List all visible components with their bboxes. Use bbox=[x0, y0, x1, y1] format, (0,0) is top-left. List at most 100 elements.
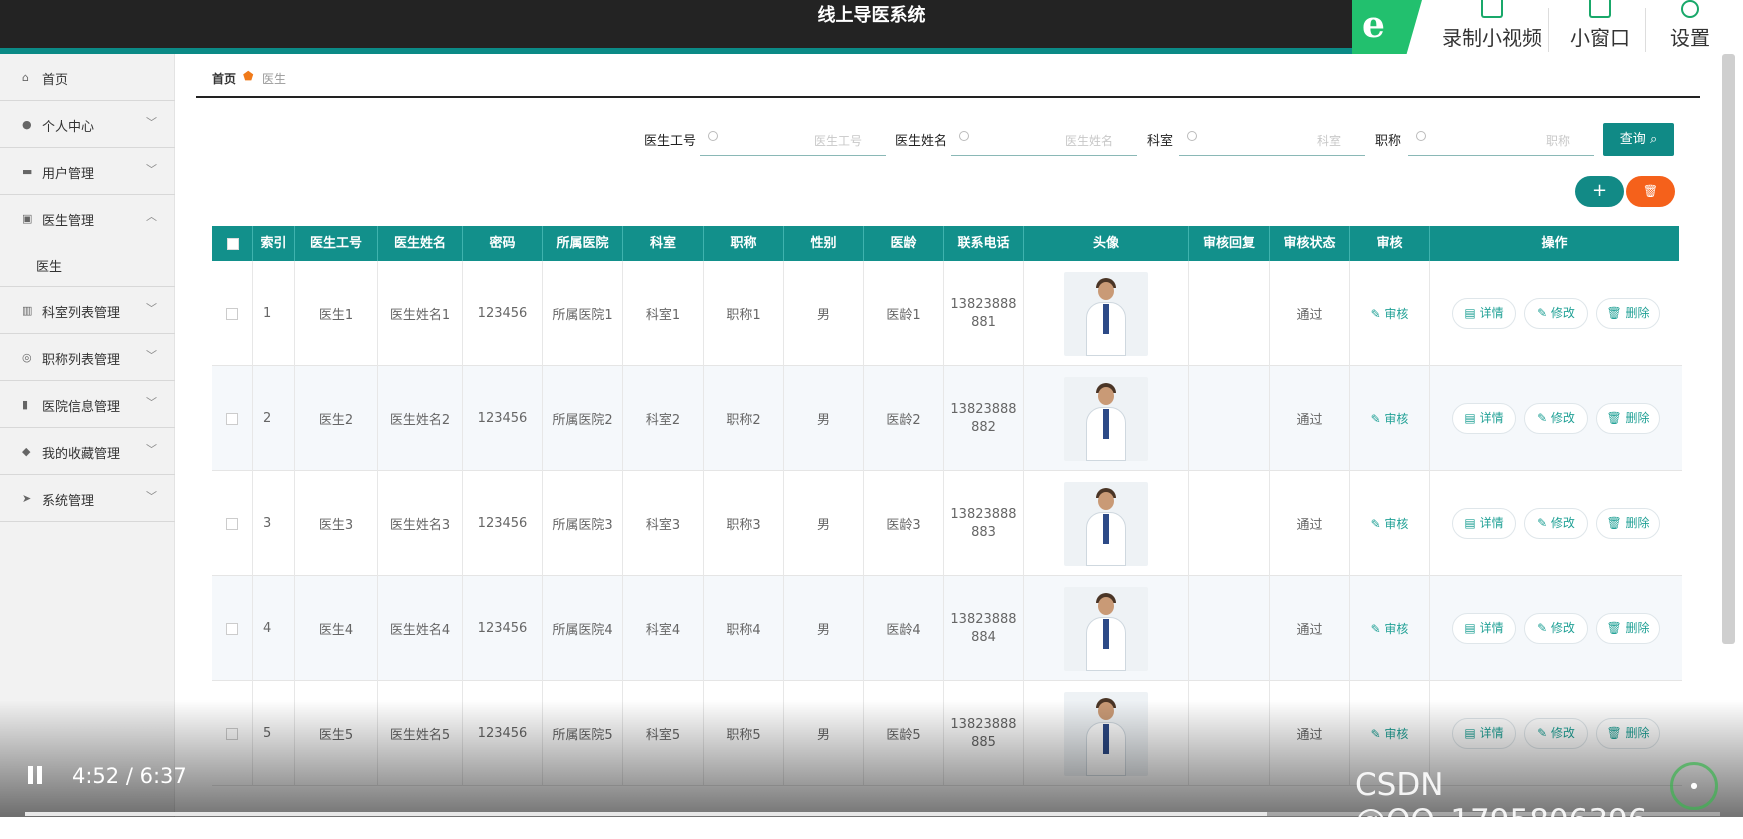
row-checkbox[interactable] bbox=[226, 307, 238, 320]
title-cell: 职称2 bbox=[704, 366, 784, 471]
settings-button[interactable]: 设置 bbox=[1652, 0, 1728, 54]
audit-link[interactable]: ✎ 审核 bbox=[1371, 620, 1409, 637]
dept-cell: 科室2 bbox=[623, 366, 704, 471]
sidebar-subitem-doctor[interactable]: 医生 bbox=[0, 242, 175, 287]
id-cell: 医生2 bbox=[295, 366, 378, 471]
chevron-down-icon: ﹀ bbox=[146, 349, 157, 362]
batch-delete-button[interactable]: 🗑 bbox=[1626, 176, 1675, 207]
detail-button[interactable]: ▤ 详情 bbox=[1452, 613, 1516, 644]
add-button[interactable]: + bbox=[1575, 176, 1624, 207]
sidebar-item-profile[interactable]: ● 个人中心 ﹀ bbox=[0, 101, 175, 148]
chevron-up-icon: ︿ bbox=[146, 210, 157, 223]
edit-button[interactable]: ✎ 修改 bbox=[1524, 298, 1588, 329]
edit-button[interactable]: ✎ 修改 bbox=[1524, 508, 1588, 539]
table-row: 3 医生3 医生姓名3 123456 所属医院3 科室3 职称3 男医龄3 1382388888… bbox=[212, 471, 1682, 576]
sidebar-item-titles[interactable]: ◎ 职称列表管理 ﹀ bbox=[0, 334, 175, 381]
bar-list-icon: ▥ bbox=[22, 304, 33, 317]
chevron-down-icon: ﹀ bbox=[146, 490, 157, 503]
years-cell: 医龄4 bbox=[864, 576, 944, 681]
query-button[interactable]: 查询 ⌕ bbox=[1603, 123, 1674, 156]
sidebar-item-departments[interactable]: ▥ 科室列表管理 ﹀ bbox=[0, 287, 175, 334]
index-cell: 1 bbox=[253, 261, 295, 366]
avatar-cell bbox=[1024, 261, 1189, 366]
compass-icon: ◎ bbox=[22, 351, 32, 364]
reply-cell bbox=[1189, 471, 1270, 576]
sidebar-item-favorites[interactable]: ◆ 我的收藏管理 ﹀ bbox=[0, 428, 175, 475]
user-icon: ● bbox=[22, 118, 32, 131]
doctor-id-input[interactable]: 医生工号 bbox=[700, 124, 886, 156]
pause-button[interactable] bbox=[28, 766, 44, 784]
delete-button[interactable]: 🗑 删除 bbox=[1596, 508, 1660, 539]
table-row: 2 医生2 医生姓名2 123456 所属医院2 科室2 职称2 男医龄2 1382388888… bbox=[212, 366, 1682, 471]
audit-link[interactable]: ✎ 审核 bbox=[1371, 515, 1409, 532]
department-input[interactable]: 科室 bbox=[1179, 124, 1365, 156]
name-cell: 医生姓名3 bbox=[378, 471, 463, 576]
chevron-down-icon: ﹀ bbox=[146, 396, 157, 409]
column-header: 所属医院 bbox=[543, 226, 623, 261]
column-header: 医生姓名 bbox=[378, 226, 463, 261]
gender-cell: 男 bbox=[784, 366, 864, 471]
phone-cell: 13823888882 bbox=[944, 366, 1024, 471]
sidebar-item-hospitals[interactable]: ▮ 医院信息管理 ﹀ bbox=[0, 381, 175, 428]
detail-button[interactable]: ▤ 详情 bbox=[1452, 403, 1516, 434]
edit-button[interactable]: ✎ 修改 bbox=[1524, 613, 1588, 644]
avatar bbox=[1064, 376, 1148, 461]
edit-button[interactable]: ✎ 修改 bbox=[1524, 403, 1588, 434]
breadcrumb: 首页 ⬟ 医生 bbox=[196, 58, 1700, 98]
name-cell: 医生姓名1 bbox=[378, 261, 463, 366]
table-row: 4 医生4 医生姓名4 123456 所属医院4 科室4 职称4 男医龄4 1382388888… bbox=[212, 576, 1682, 681]
audit-link[interactable]: ✎ 审核 bbox=[1371, 305, 1409, 322]
breadcrumb-home[interactable]: 首页 bbox=[212, 70, 236, 87]
pause-icon bbox=[28, 766, 33, 784]
record-video-button[interactable]: 录制小视频 bbox=[1432, 0, 1552, 54]
operations-cell: ▤ 详情 ✎ 修改 🗑 删除 bbox=[1430, 576, 1682, 681]
row-select-cell bbox=[212, 576, 253, 681]
video-icon bbox=[1481, 0, 1503, 18]
sidebar-item-system[interactable]: ➤ 系统管理 ﹀ bbox=[0, 475, 175, 522]
sidebar-item-doctors[interactable]: ▣ 医生管理 ︿ bbox=[0, 195, 175, 242]
select-all-checkbox[interactable] bbox=[227, 238, 239, 250]
avatar bbox=[1064, 586, 1148, 671]
phone-cell: 13823888884 bbox=[944, 576, 1024, 681]
title-cell: 职称3 bbox=[704, 471, 784, 576]
delete-button[interactable]: 🗑 删除 bbox=[1596, 613, 1660, 644]
doctor-name-input[interactable]: 医生姓名 bbox=[951, 124, 1137, 156]
mini-window-button[interactable]: 小窗口 bbox=[1558, 0, 1642, 54]
row-checkbox[interactable] bbox=[226, 622, 238, 635]
sidebar-item-home[interactable]: ⌂ 首页 bbox=[0, 54, 175, 101]
detail-button[interactable]: ▤ 详情 bbox=[1452, 508, 1516, 539]
title-cell: 职称4 bbox=[704, 576, 784, 681]
delete-button[interactable]: 🗑 删除 bbox=[1596, 298, 1660, 329]
video-progress-bar[interactable] bbox=[25, 812, 1720, 816]
hospital-cell: 所属医院4 bbox=[543, 576, 623, 681]
reply-cell bbox=[1189, 366, 1270, 471]
audit-cell: ✎ 审核 bbox=[1350, 471, 1430, 576]
gender-cell: 男 bbox=[784, 576, 864, 681]
operations-cell: ▤ 详情 ✎ 修改 🗑 删除 bbox=[1430, 366, 1682, 471]
delete-button[interactable]: 🗑 删除 bbox=[1596, 403, 1660, 434]
column-header: 密码 bbox=[463, 226, 543, 261]
title-input[interactable]: 职称 bbox=[1408, 124, 1594, 156]
detail-button[interactable]: ▤ 详情 bbox=[1452, 298, 1516, 329]
years-cell: 医龄1 bbox=[864, 261, 944, 366]
page-scrollbar[interactable] bbox=[1722, 54, 1735, 644]
row-checkbox[interactable] bbox=[226, 517, 238, 530]
video-time: 4:52 / 6:37 bbox=[72, 764, 187, 788]
chevron-down-icon: ﹀ bbox=[146, 443, 157, 456]
sidebar-item-users[interactable]: ▬ 用户管理 ﹀ bbox=[0, 148, 175, 195]
column-header: 医生工号 bbox=[295, 226, 378, 261]
column-header: 索引 bbox=[253, 226, 295, 261]
status-cell: 通过 bbox=[1270, 471, 1350, 576]
audit-cell: ✎ 审核 bbox=[1350, 261, 1430, 366]
home-icon: ⬟ bbox=[243, 69, 254, 83]
password-cell: 123456 bbox=[463, 471, 543, 576]
id-card-icon: ▬ bbox=[22, 165, 33, 178]
send-icon: ➤ bbox=[22, 492, 32, 505]
audit-link[interactable]: ✎ 审核 bbox=[1371, 410, 1409, 427]
gear-icon bbox=[1681, 0, 1699, 18]
column-header: 联系电话 bbox=[944, 226, 1024, 261]
row-checkbox[interactable] bbox=[226, 412, 238, 425]
table-row: 1 医生1 医生姓名1 123456 所属医院1 科室1 职称1 男医龄1 1382388888… bbox=[212, 261, 1682, 366]
search-icon bbox=[1187, 131, 1197, 141]
reply-cell bbox=[1189, 576, 1270, 681]
